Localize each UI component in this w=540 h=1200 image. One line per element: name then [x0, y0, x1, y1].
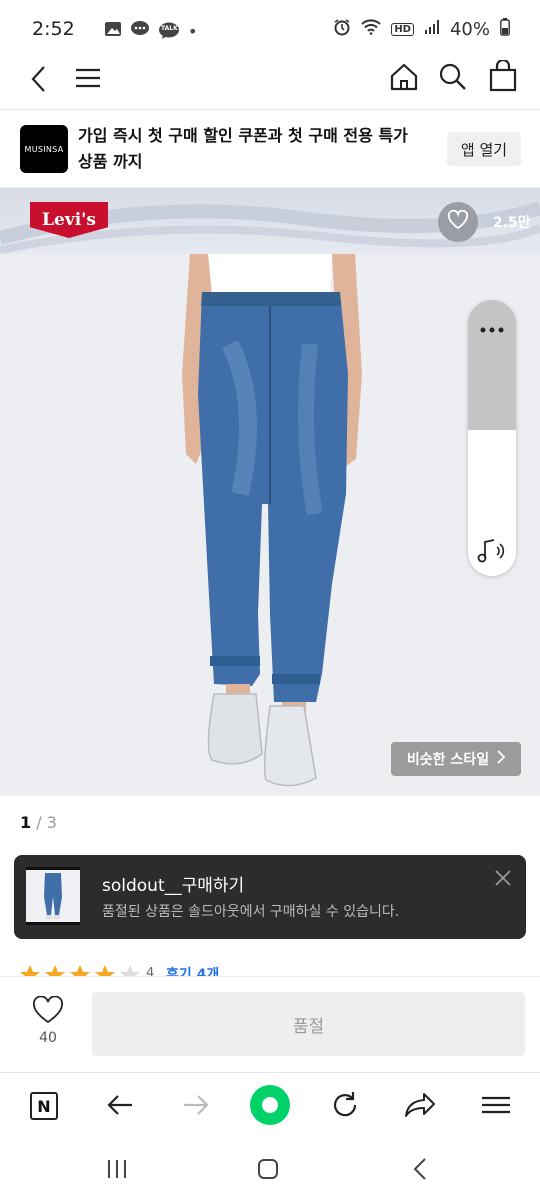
heart-outline-icon	[32, 995, 64, 1028]
signal-icon	[424, 19, 440, 40]
hamburger-icon[interactable]	[481, 1095, 511, 1119]
chat-bubble-icon	[130, 20, 150, 42]
floating-toolbar-more[interactable]	[468, 300, 516, 430]
status-bar: 2:52 TALK • HD 40%	[0, 0, 540, 58]
more-dots-icon	[480, 318, 504, 337]
battery-icon	[500, 18, 510, 41]
menu-icon[interactable]	[74, 66, 102, 94]
battery-label: 40%	[449, 19, 490, 40]
recents-icon[interactable]	[106, 1158, 128, 1184]
similar-style-label: 비슷한 스타일	[406, 752, 490, 768]
wifi-icon	[361, 19, 382, 40]
android-nav-bar	[0, 1138, 540, 1200]
status-time: 2:52	[32, 18, 75, 40]
talk-icon: TALK	[158, 22, 180, 40]
wishlist-count: 40	[39, 1030, 57, 1046]
musinsa-logo: MUSINSA	[20, 125, 68, 173]
image-pager: 1 / 3	[20, 813, 57, 832]
floating-toolbar-audio[interactable]	[468, 430, 516, 576]
alarm-icon	[333, 18, 351, 41]
toast-message: 품절된 상품은 솔드아웃에서 구매하실 수 있습니다.	[102, 904, 400, 920]
back-arrow-icon[interactable]	[106, 1093, 134, 1121]
chevron-right-icon	[497, 750, 506, 768]
search-icon[interactable]	[438, 62, 468, 96]
open-app-button[interactable]: 앱 열기	[447, 132, 521, 166]
product-image[interactable]	[0, 254, 540, 796]
status-system-icons: HD 40%	[333, 18, 510, 41]
brand-like-button[interactable]	[438, 202, 478, 242]
image-icon	[104, 20, 122, 42]
cart-icon[interactable]	[489, 58, 517, 96]
back-icon[interactable]	[26, 64, 50, 98]
refresh-icon[interactable]	[330, 1090, 360, 1124]
talk-label: TALK	[161, 25, 178, 32]
music-sound-icon	[477, 538, 507, 568]
browser-toolbar: N	[0, 1072, 540, 1138]
app-install-banner: MUSINSA 가입 즉시 첫 구매 할인 쿠폰과 첫 구매 전용 특가 상품 …	[0, 110, 540, 188]
heart-icon	[447, 209, 469, 234]
share-icon[interactable]	[404, 1092, 436, 1122]
hd-icon: HD	[391, 23, 414, 36]
banner-message: 가입 즉시 첫 구매 할인 쿠폰과 첫 구매 전용 특가 상품 까지	[78, 126, 408, 171]
brand-strip: Levi's 2.5만	[0, 188, 540, 254]
jeans-illustration	[182, 254, 362, 787]
close-icon[interactable]	[494, 869, 512, 891]
soldout-button[interactable]: 품절	[92, 992, 525, 1056]
similar-style-button[interactable]: 비슷한 스타일	[391, 742, 521, 776]
wishlist-button[interactable]: 40	[26, 995, 70, 1046]
naver-icon[interactable]: N	[30, 1092, 58, 1120]
home-icon[interactable]	[257, 1158, 279, 1184]
brand-like-count: 2.5만	[493, 215, 531, 231]
pager-total: / 3	[36, 813, 57, 832]
status-notification-icons: TALK •	[104, 20, 197, 42]
soldout-toast[interactable]: soldout__구매하기 품절된 상품은 솔드아웃에서 구매하실 수 있습니다…	[14, 855, 526, 939]
floating-toolbar	[468, 300, 516, 576]
pager-current: 1	[20, 813, 32, 832]
status-dot: •	[188, 21, 198, 41]
toast-thumbnail	[26, 867, 80, 925]
back-icon[interactable]	[412, 1157, 428, 1185]
home-icon[interactable]	[389, 62, 419, 96]
toast-title: soldout__구매하기	[102, 876, 245, 896]
forward-arrow-icon	[182, 1093, 210, 1121]
top-nav	[0, 58, 540, 110]
home-dot-icon[interactable]	[250, 1085, 290, 1129]
